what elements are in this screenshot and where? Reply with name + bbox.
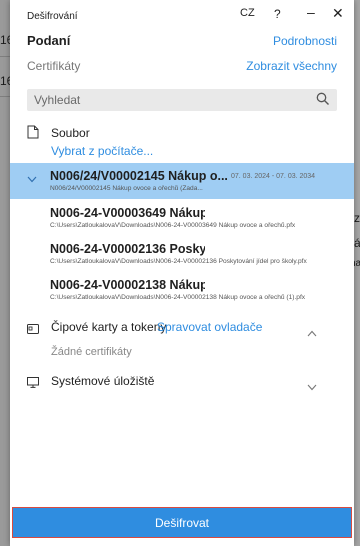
smartcards-label: Čipové karty a tokeny: [51, 320, 167, 334]
podani-label: Podaní: [27, 33, 71, 48]
certificate-name: N006-24-V00002136 Poskytován: [50, 242, 205, 256]
search-icon[interactable]: [316, 92, 330, 111]
title-bar: Dešifrování CZ ? – ✕: [10, 0, 354, 34]
certificate-name: N006-24-V00003649 Nákup ovoc: [50, 206, 205, 220]
decrypt-button[interactable]: Dešifrovat: [12, 507, 352, 538]
select-from-computer-link[interactable]: Vybrat z počítače...: [51, 144, 153, 158]
close-button[interactable]: ✕: [332, 5, 344, 22]
certificate-item-selected[interactable]: N006/24/V00002145 Nákup o... 07. 03. 202…: [10, 163, 354, 199]
manage-drivers-link[interactable]: Spravovat ovladače: [157, 320, 262, 334]
chevron-down-icon[interactable]: [307, 378, 317, 396]
help-button[interactable]: ?: [274, 7, 281, 21]
podani-row: Podaní Podrobnosti: [27, 33, 337, 51]
system-store-label: Systémové úložiště: [51, 374, 155, 388]
details-link[interactable]: Podrobnosti: [273, 34, 337, 48]
language-button[interactable]: CZ: [240, 7, 255, 19]
chevron-up-icon[interactable]: [307, 324, 317, 342]
window-title: Dešifrování: [27, 11, 78, 22]
certificates-label: Certifikáty: [27, 59, 81, 73]
show-all-link[interactable]: Zobrazit všechny: [246, 59, 337, 73]
certificate-name: N006/24/V00002145 Nákup o...: [50, 169, 228, 183]
search-box[interactable]: Vyhledat: [27, 89, 337, 111]
background-text-fragment: á: [354, 236, 360, 250]
no-certificates-text: Žádné certifikáty: [51, 346, 132, 358]
certificate-name: N006-24-V00002138 Nákup ovoc: [50, 278, 205, 292]
monitor-icon: [27, 375, 39, 393]
minimize-button[interactable]: –: [307, 4, 315, 20]
certificate-path: C:\Users\ZatloukalovaV\Downloads\N006-24…: [50, 294, 306, 301]
smartcard-icon: [27, 321, 39, 339]
certificate-validity: 07. 03. 2024 - 07. 03. 2034: [231, 173, 316, 180]
smartcards-section[interactable]: Čipové karty a tokeny Spravovat ovladače: [10, 317, 354, 339]
search-input[interactable]: Vyhledat: [34, 93, 80, 107]
certificates-row: Certifikáty Zobrazit všechny: [27, 58, 337, 76]
system-store-section[interactable]: Systémové úložiště: [10, 371, 354, 393]
certificate-item[interactable]: N006-24-V00002138 Nákup ovoc C:\Users\Za…: [10, 276, 354, 310]
decrypt-dialog: Dešifrování CZ ? – ✕ Podaní Podrobnosti …: [10, 0, 354, 546]
certificate-path: C:\Users\ZatloukalovaV\Downloads\N006-24…: [50, 222, 296, 229]
chevron-down-icon[interactable]: [27, 170, 37, 188]
document-icon: [27, 125, 39, 144]
certificate-item[interactable]: N006-24-V00003649 Nákup ovoc C:\Users\Za…: [10, 204, 354, 238]
certificate-item[interactable]: N006-24-V00002136 Poskytován C:\Users\Za…: [10, 240, 354, 274]
file-section: Soubor Vybrat z počítače...: [10, 124, 354, 160]
background-text-fragment: z: [354, 211, 360, 225]
certificate-path: N006/24/V00002145 Nákup ovoce a ořechů (…: [50, 185, 203, 192]
certificate-path: C:\Users\ZatloukalovaV\Downloads\N006-24…: [50, 258, 307, 265]
file-section-title: Soubor: [51, 126, 90, 140]
